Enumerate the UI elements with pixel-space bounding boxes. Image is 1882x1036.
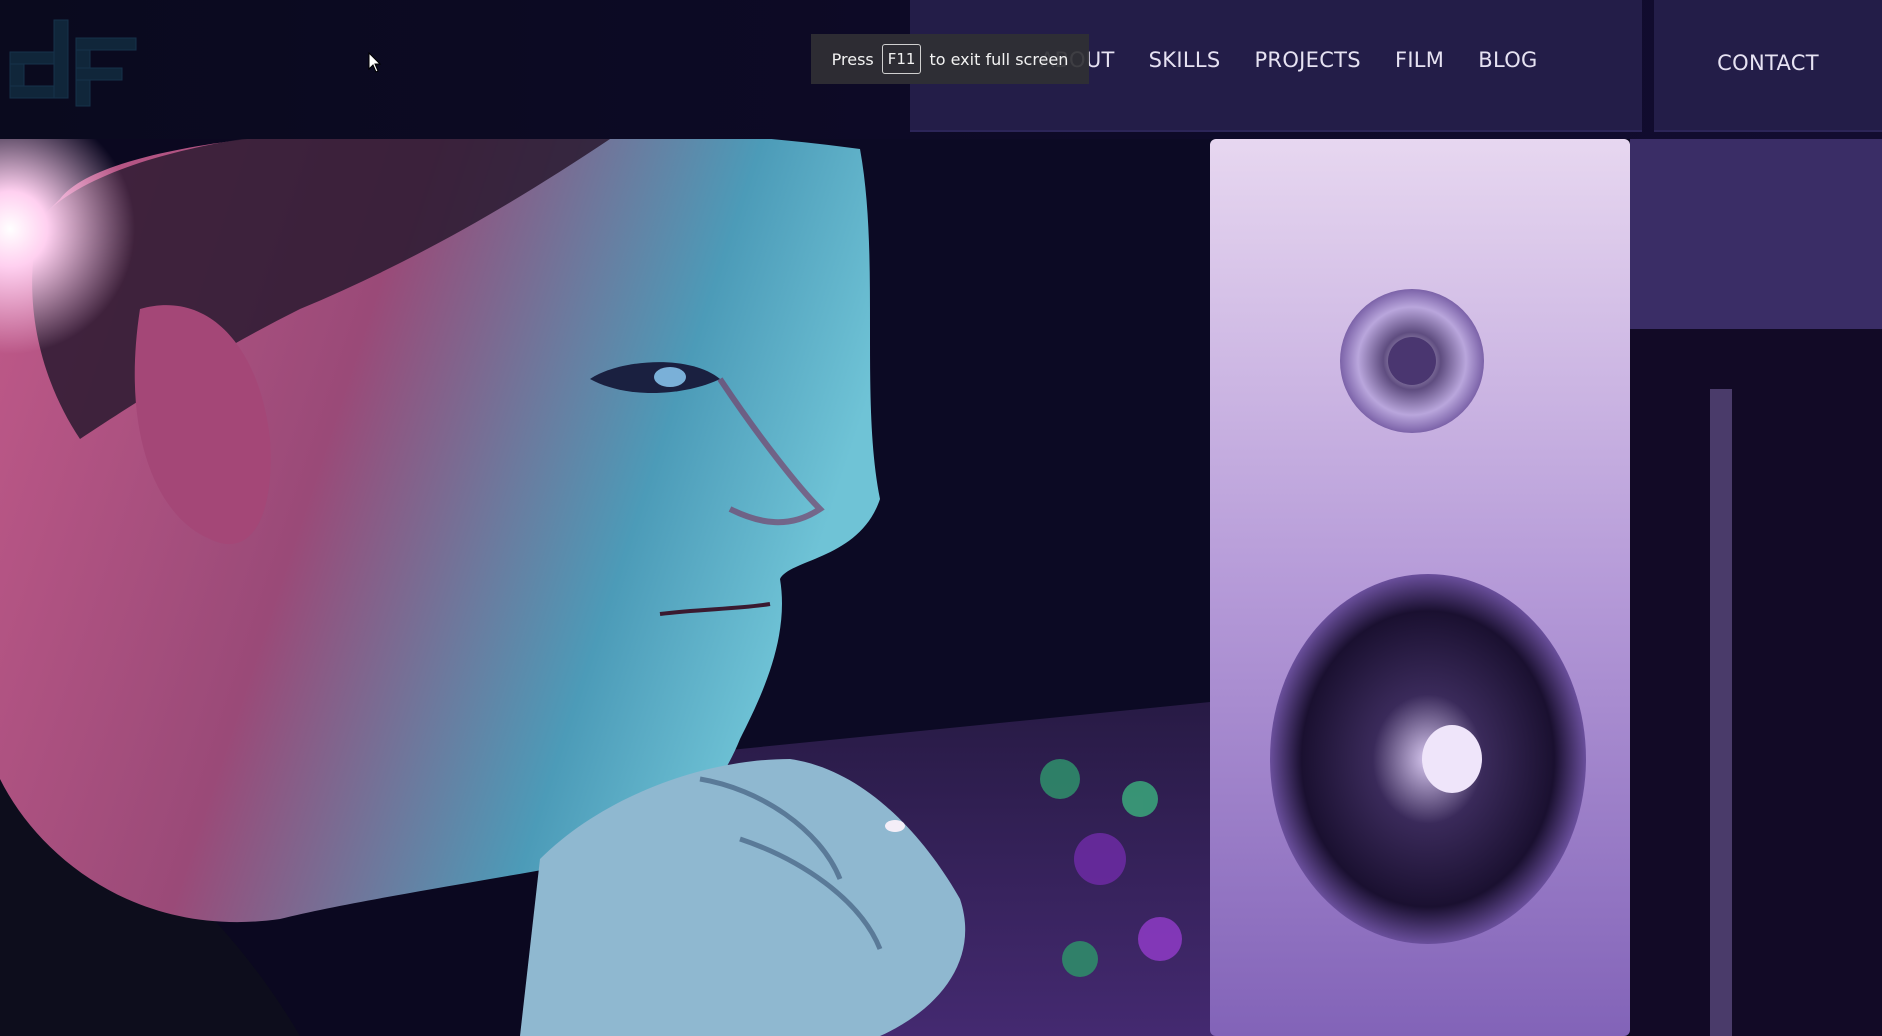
f11-key-badge: F11: [881, 44, 922, 74]
mouse-cursor-icon: [368, 51, 382, 74]
page: ABOUT SKILLS PROJECTS FILM BLOG CONTACT …: [0, 0, 1882, 1036]
df-logo-icon: [9, 19, 137, 107]
contact-panel: CONTACT: [1654, 0, 1882, 132]
notice-prefix: Press: [831, 49, 874, 69]
main-nav: ABOUT SKILLS PROJECTS FILM BLOG: [1040, 48, 1572, 72]
fullscreen-exit-notice: Press F11 to exit full screen: [811, 34, 1089, 84]
nav-item-contact[interactable]: CONTACT: [1654, 51, 1882, 75]
nav-item-skills[interactable]: SKILLS: [1149, 48, 1221, 72]
hero-image: [0, 139, 1882, 1036]
hero-photo-illustration: [0, 139, 1882, 1036]
notice-suffix: to exit full screen: [929, 49, 1069, 69]
nav-item-film[interactable]: FILM: [1395, 48, 1444, 72]
nav-item-projects[interactable]: PROJECTS: [1254, 48, 1360, 72]
nav-item-blog[interactable]: BLOG: [1478, 48, 1537, 72]
site-logo[interactable]: [8, 18, 148, 110]
